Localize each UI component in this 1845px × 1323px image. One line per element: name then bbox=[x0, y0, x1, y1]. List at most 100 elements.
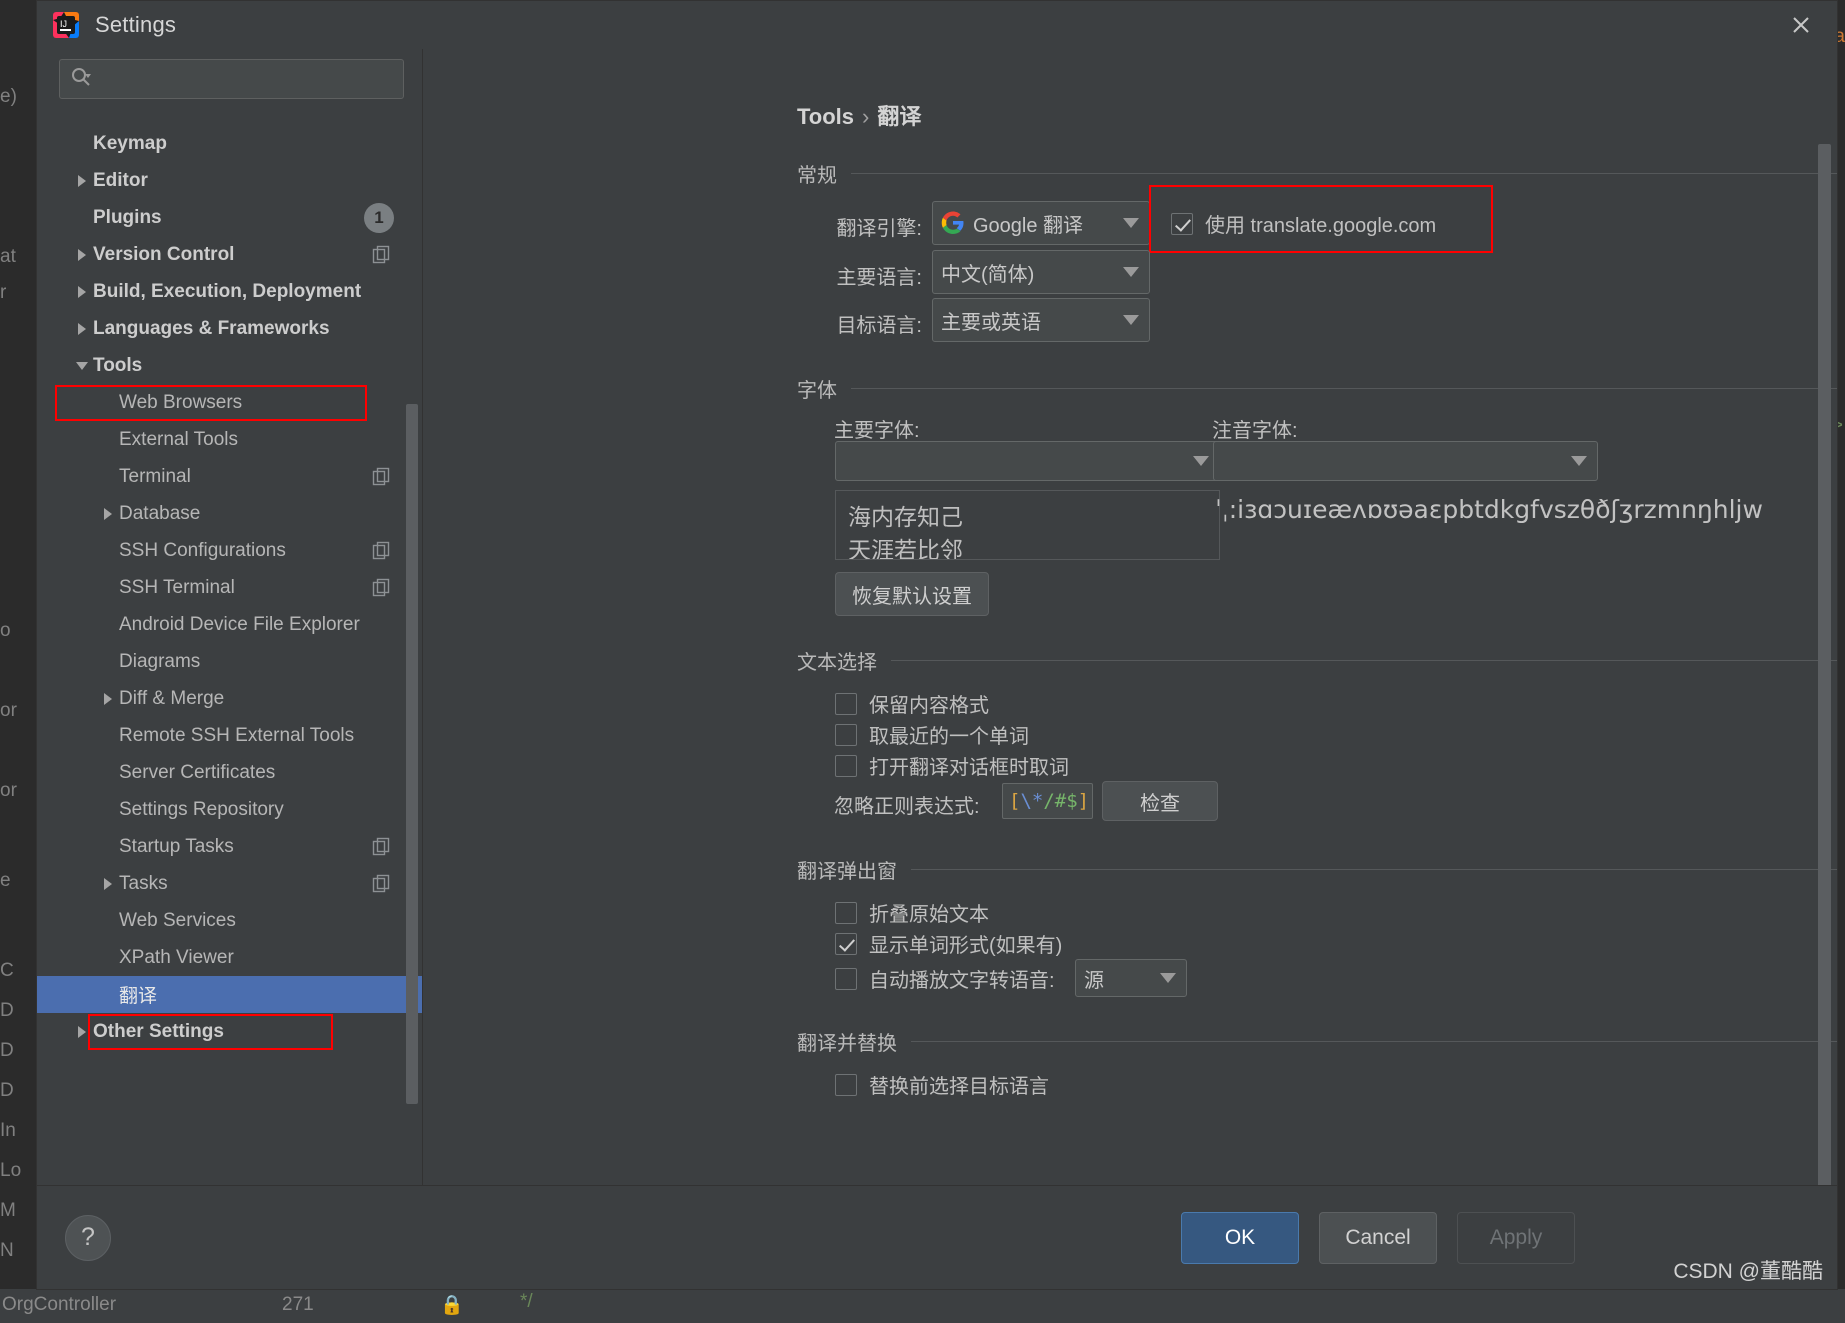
sidebar-item-remote-ssh-external-tools[interactable]: Remote SSH External Tools bbox=[37, 717, 422, 754]
sidebar-item-database[interactable]: Database bbox=[37, 495, 422, 532]
sidebar-item-version-control[interactable]: Version Control bbox=[37, 236, 422, 273]
phonetic-font-combo[interactable] bbox=[1213, 441, 1598, 481]
sidebar-item-label: Version Control bbox=[93, 243, 235, 265]
ide-gutter-line: or bbox=[0, 780, 17, 801]
sidebar-item-plugins[interactable]: Plugins 1 bbox=[37, 199, 422, 236]
copy-settings-icon[interactable] bbox=[372, 245, 392, 265]
sidebar-item-external-tools[interactable]: External Tools bbox=[37, 421, 422, 458]
take-word-on-dialog-checkbox[interactable] bbox=[835, 754, 857, 777]
ide-gutter-line: D bbox=[0, 1040, 14, 1061]
chevron-right-icon[interactable] bbox=[97, 506, 119, 522]
sidebar-item-label: Tools bbox=[93, 354, 143, 376]
search-box[interactable] bbox=[59, 59, 404, 99]
ide-status-file: OrgController bbox=[2, 1294, 117, 1315]
chevron-right-icon[interactable] bbox=[71, 284, 93, 300]
chevron-right-icon[interactable] bbox=[97, 876, 119, 892]
sidebar-item-build-execution-deployment[interactable]: Build, Execution, Deployment bbox=[37, 273, 422, 310]
show-word-forms-checkbox[interactable] bbox=[835, 932, 857, 955]
chevron-right-icon[interactable] bbox=[71, 321, 93, 337]
tts-source-combo[interactable]: 源 bbox=[1075, 959, 1187, 997]
main-panel-scrollbar[interactable] bbox=[1818, 144, 1831, 1185]
section-text-selection-label: 文本选择 bbox=[797, 652, 877, 674]
primary-font-combo[interactable] bbox=[835, 441, 1220, 481]
sidebar-scrollbar[interactable] bbox=[406, 404, 418, 1104]
chevron-right-icon[interactable] bbox=[71, 1024, 93, 1040]
nearest-word-row[interactable]: 取最近的一个单词 bbox=[835, 720, 1029, 749]
chevron-down-icon[interactable] bbox=[71, 358, 93, 374]
copy-settings-icon[interactable] bbox=[372, 874, 392, 894]
regex-input[interactable]: [\*/#$] bbox=[1002, 783, 1093, 819]
fold-original-label: 折叠原始文本 bbox=[869, 904, 989, 926]
sidebar-item-web-browsers[interactable]: Web Browsers bbox=[37, 384, 422, 421]
copy-settings-icon[interactable] bbox=[372, 541, 392, 561]
breadcrumb: Tools › 翻译 bbox=[797, 99, 921, 131]
sidebar-item-web-services[interactable]: Web Services bbox=[37, 902, 422, 939]
take-word-on-dialog-row[interactable]: 打开翻译对话框时取词 bbox=[835, 751, 1069, 780]
sidebar-item-tools[interactable]: Tools bbox=[37, 347, 422, 384]
sidebar-item-tasks[interactable]: Tasks bbox=[37, 865, 422, 902]
sidebar-item-diff-merge[interactable]: Diff & Merge bbox=[37, 680, 422, 717]
sidebar-item-label: Terminal bbox=[119, 465, 191, 487]
chevron-right-icon[interactable] bbox=[71, 173, 93, 189]
ide-status-lock-icon: 🔒 bbox=[440, 1295, 464, 1316]
sidebar-item-diagrams[interactable]: Diagrams bbox=[37, 643, 422, 680]
nearest-word-label: 取最近的一个单词 bbox=[869, 726, 1029, 748]
sidebar-item-startup-tasks[interactable]: Startup Tasks bbox=[37, 828, 422, 865]
fold-original-checkbox[interactable] bbox=[835, 901, 857, 924]
ide-gutter-line: Lo bbox=[0, 1160, 22, 1181]
sidebar-item-terminal[interactable]: Terminal bbox=[37, 458, 422, 495]
search-input[interactable] bbox=[92, 69, 393, 89]
keep-format-row[interactable]: 保留内容格式 bbox=[835, 689, 989, 718]
select-target-before-replace-row[interactable]: 替换前选择目标语言 bbox=[835, 1070, 1049, 1099]
show-word-forms-row[interactable]: 显示单词形式(如果有) bbox=[835, 929, 1062, 958]
reset-defaults-button[interactable]: 恢复默认设置 bbox=[835, 572, 989, 616]
section-font-label: 字体 bbox=[797, 380, 837, 402]
auto-tts-row[interactable]: 自动播放文字转语音: bbox=[835, 964, 1055, 993]
use-translate-google-row[interactable]: 使用 translate.google.com bbox=[1171, 209, 1436, 238]
sidebar-item-label: Editor bbox=[93, 169, 148, 191]
copy-settings-icon[interactable] bbox=[372, 837, 392, 857]
sidebar-item-other-settings[interactable]: Other Settings bbox=[37, 1013, 422, 1050]
sidebar-item-xpath-viewer[interactable]: XPath Viewer bbox=[37, 939, 422, 976]
ide-gutter-line: at bbox=[0, 246, 16, 267]
help-icon[interactable]: ? bbox=[65, 1214, 111, 1261]
nearest-word-checkbox[interactable] bbox=[835, 723, 857, 746]
check-regex-button[interactable]: 检查 bbox=[1102, 781, 1218, 821]
section-general-label: 常规 bbox=[797, 165, 837, 187]
chevron-down-icon bbox=[1150, 973, 1186, 983]
sidebar-item-keymap[interactable]: Keymap bbox=[37, 125, 422, 162]
sidebar-item-翻译[interactable]: 翻译 bbox=[37, 976, 422, 1013]
sidebar-item-server-certificates[interactable]: Server Certificates bbox=[37, 754, 422, 791]
regex-token: [ bbox=[1009, 790, 1021, 812]
sidebar-item-editor[interactable]: Editor bbox=[37, 162, 422, 199]
ok-button[interactable]: OK bbox=[1181, 1211, 1299, 1264]
engine-combo[interactable]: Google 翻译 bbox=[932, 201, 1150, 245]
copy-settings-icon[interactable] bbox=[372, 467, 392, 487]
ide-gutter-line: N bbox=[0, 1240, 14, 1261]
ide-editor-right-strip bbox=[1838, 0, 1845, 1323]
select-target-before-replace-checkbox[interactable] bbox=[835, 1073, 857, 1096]
target-lang-combo[interactable]: 主要或英语 bbox=[932, 298, 1150, 342]
use-translate-google-checkbox[interactable] bbox=[1171, 212, 1193, 235]
auto-tts-checkbox[interactable] bbox=[835, 967, 857, 990]
sidebar-item-label: Diagrams bbox=[119, 650, 201, 672]
keep-format-checkbox[interactable] bbox=[835, 692, 857, 715]
apply-button[interactable]: Apply bbox=[1457, 1211, 1575, 1264]
sidebar-item-settings-repository[interactable]: Settings Repository bbox=[37, 791, 422, 828]
ide-gutter-line: C bbox=[0, 960, 14, 981]
chevron-right-icon[interactable] bbox=[97, 691, 119, 707]
sidebar-item-ssh-configurations[interactable]: SSH Configurations bbox=[37, 532, 422, 569]
sidebar-item-languages-frameworks[interactable]: Languages & Frameworks bbox=[37, 310, 422, 347]
sidebar-item-label: Tasks bbox=[119, 872, 168, 894]
chevron-right-icon[interactable] bbox=[71, 247, 93, 263]
primary-lang-combo[interactable]: 中文(简体) bbox=[932, 250, 1150, 294]
regex-label: 忽略正则表达式: bbox=[834, 796, 980, 818]
cancel-button[interactable]: Cancel bbox=[1319, 1211, 1437, 1264]
sidebar-item-ssh-terminal[interactable]: SSH Terminal bbox=[37, 569, 422, 606]
sidebar-item-label: Android Device File Explorer bbox=[119, 613, 360, 635]
close-icon[interactable] bbox=[1785, 9, 1817, 41]
copy-settings-icon[interactable] bbox=[372, 578, 392, 598]
fold-original-row[interactable]: 折叠原始文本 bbox=[835, 898, 989, 927]
breadcrumb-root[interactable]: Tools bbox=[797, 104, 854, 129]
sidebar-item-android-device-file-explorer[interactable]: Android Device File Explorer bbox=[37, 606, 422, 643]
